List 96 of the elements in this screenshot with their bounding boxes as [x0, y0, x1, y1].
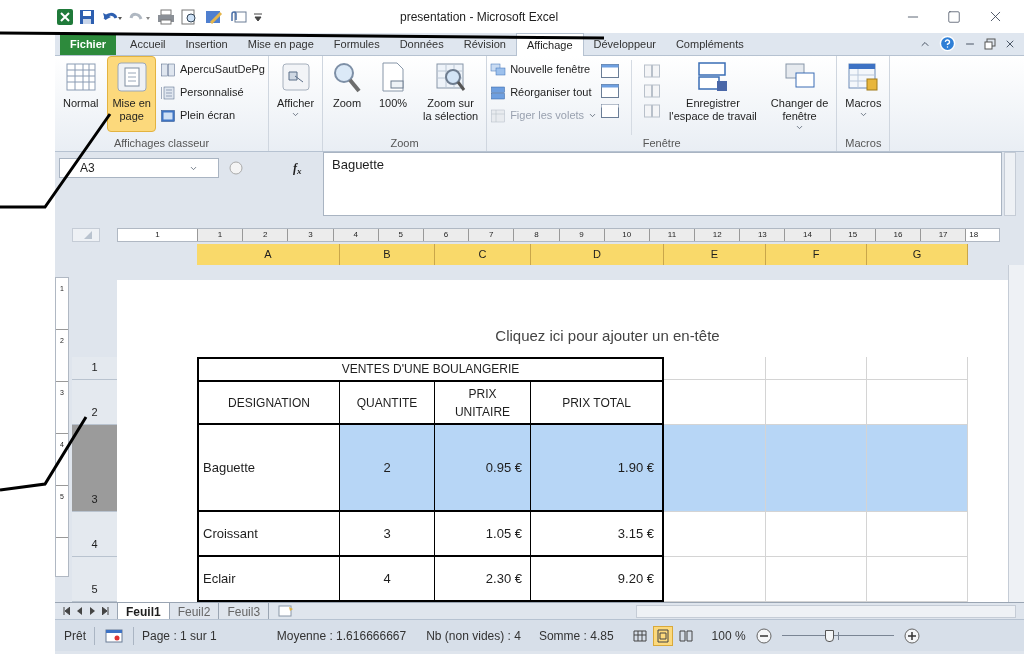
- attachment-icon[interactable]: [229, 8, 247, 25]
- ribbon-button[interactable]: 100%: [372, 56, 415, 132]
- zoom-selection-icon: [434, 61, 467, 93]
- horizontal-scrollbar[interactable]: [636, 604, 1016, 618]
- ribbon-tab[interactable]: Révision: [453, 33, 516, 55]
- ribbon-button[interactable]: Normal: [58, 56, 104, 132]
- freeze-panes-icon: [490, 107, 507, 124]
- ribbon-tab[interactable]: Fichier: [60, 33, 117, 55]
- ribbon-button[interactable]: Réorganiser tout: [490, 83, 598, 102]
- column-header[interactable]: C: [435, 244, 531, 265]
- ribbon-button[interactable]: Personnalisé: [160, 83, 265, 102]
- window-title: presentation - Microsoft Excel: [400, 8, 559, 26]
- window-split-icon[interactable]: [601, 64, 620, 78]
- ribbon-tab[interactable]: Données: [389, 33, 454, 55]
- row-header[interactable]: 1: [72, 357, 117, 380]
- zoom-slider-thumb[interactable]: [824, 629, 834, 642]
- macro-record-icon[interactable]: [105, 628, 123, 643]
- ribbon-tab[interactable]: Compléments: [665, 33, 754, 55]
- header-placeholder[interactable]: Cliquez ici pour ajouter un en-tête: [495, 324, 720, 347]
- row-header[interactable]: 2: [72, 380, 117, 425]
- ribbon-tab[interactable]: Mise en page: [237, 33, 324, 55]
- printer-icon[interactable]: [157, 8, 175, 25]
- table-cell: 2: [340, 425, 435, 512]
- macro-icon: [847, 61, 880, 93]
- ribbon-button[interactable]: Enregistrer l'espace de travail: [664, 56, 762, 132]
- page-icon: [115, 61, 148, 93]
- status-sum: Somme : 4.85: [538, 627, 614, 645]
- ribbon-button[interactable]: Mise en page: [107, 56, 156, 132]
- zoom-level: 100 %: [711, 627, 746, 645]
- column-header[interactable]: A: [197, 244, 340, 265]
- full-screen-icon: [160, 107, 176, 124]
- save-icon[interactable]: [79, 8, 95, 25]
- window-split-icon[interactable]: [601, 104, 620, 118]
- maximize-icon[interactable]: [947, 9, 961, 24]
- table-cell: 1.90 €: [531, 425, 664, 512]
- sheet-nav-end-icon[interactable]: [102, 607, 109, 615]
- status-average: Moyenne : 1.616666667: [276, 627, 407, 645]
- page-break-icon: [160, 61, 176, 78]
- horizontal-ruler: 1 1 2 3 4 5 6 7 8 9 10 11 12 13 14 15 16 17 18: [117, 228, 1000, 242]
- ribbon-tab[interactable]: Développeur: [583, 33, 666, 55]
- table-cell: 0.95 €: [435, 425, 531, 512]
- help-icon[interactable]: [939, 35, 956, 52]
- ribbon-tab[interactable]: Formules: [323, 33, 390, 55]
- row-header[interactable]: 5: [72, 557, 117, 602]
- ribbon-button[interactable]: Zoom: [326, 56, 369, 132]
- row-header[interactable]: 4: [72, 512, 117, 557]
- status-page: Page : 1 sur 1: [133, 626, 217, 645]
- restore-workbook-icon[interactable]: [984, 37, 996, 50]
- vertical-scrollbar[interactable]: [1008, 265, 1024, 602]
- group-label: Fenêtre: [641, 136, 682, 151]
- status-mode: Prêt: [55, 626, 95, 645]
- formula-field[interactable]: Baguette: [332, 157, 385, 172]
- column-header[interactable]: F: [766, 244, 867, 265]
- window-split-icon[interactable]: [601, 84, 620, 98]
- print-preview-icon[interactable]: [181, 8, 199, 25]
- ribbon-button[interactable]: Zoom sur la sélection: [418, 56, 484, 132]
- ribbon-button[interactable]: Afficher: [272, 56, 320, 132]
- save-workspace-icon: [696, 61, 729, 93]
- ribbon-button[interactable]: ApercuSautDePg: [160, 60, 265, 79]
- table-cell: 3: [340, 512, 435, 557]
- arrange-icon: [490, 84, 507, 101]
- table-cell: Croissant: [197, 512, 340, 557]
- spreadsheet-app-icon[interactable]: [57, 8, 73, 25]
- page-layout-view-button[interactable]: [652, 625, 673, 646]
- ribbon-button[interactable]: Nouvelle fenêtre: [490, 60, 598, 79]
- column-header[interactable]: D: [531, 244, 664, 265]
- ribbon-button[interactable]: Changer de fenêtre: [765, 56, 834, 132]
- ribbon-tab[interactable]: Accueil: [120, 33, 176, 55]
- status-count: Nb (non vides) : 4: [426, 627, 521, 645]
- zoom-in-icon[interactable]: [903, 627, 920, 644]
- column-header[interactable]: E: [664, 244, 766, 265]
- group-label: Affichages classeur: [112, 136, 211, 151]
- ribbon-tab[interactable]: Affichage: [515, 33, 584, 56]
- group-label: Zoom: [389, 136, 420, 151]
- grid-icon: [64, 61, 97, 93]
- new-window-icon: [490, 61, 507, 78]
- ribbon-tab[interactable]: Insertion: [175, 33, 238, 55]
- zoom-out-icon[interactable]: [755, 627, 772, 644]
- chart-edit-icon[interactable]: [205, 8, 223, 25]
- formula-scrollbar[interactable]: [1004, 152, 1016, 216]
- row-header[interactable]: 3: [72, 425, 117, 512]
- sheet-tab[interactable]: Feuil1: [117, 602, 170, 620]
- column-heading: DESIGNATION: [197, 380, 340, 425]
- column-header[interactable]: B: [340, 244, 435, 265]
- column-header[interactable]: G: [867, 244, 968, 265]
- table-cell: 3.15 €: [531, 512, 664, 557]
- show-icon: [279, 61, 312, 93]
- table-title: VENTES D'UNE BOULANGERIE: [197, 357, 664, 380]
- custom-view-icon: [160, 84, 176, 101]
- insert-function-button[interactable]: f$_{x}$: [293, 159, 302, 177]
- sheet-nav-end-icon[interactable]: [63, 607, 70, 615]
- table-cell: 1.05 €: [435, 512, 531, 557]
- ribbon-button[interactable]: Plein écran: [160, 106, 265, 125]
- group-label: Macros: [844, 136, 883, 151]
- customize-toolbar-icon[interactable]: [253, 10, 263, 23]
- ribbon-button[interactable]: Macros: [840, 56, 887, 132]
